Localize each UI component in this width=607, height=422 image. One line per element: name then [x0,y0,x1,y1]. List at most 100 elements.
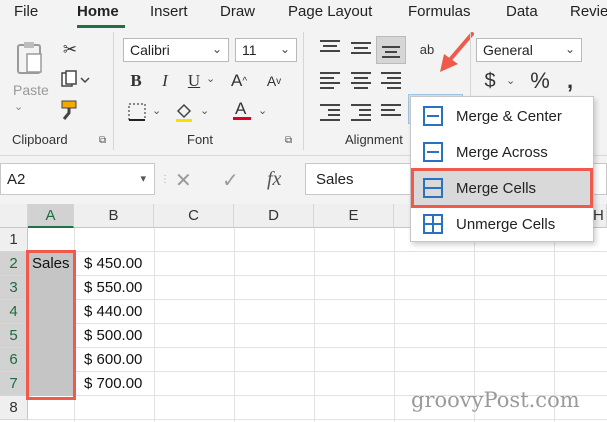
menu-item-label: Merge & Center [456,107,562,125]
borders-dropdown-icon[interactable]: ⌄ [152,104,161,117]
paste-button[interactable]: Paste [13,82,49,98]
chevron-down-icon: ⌄ [564,42,575,56]
font-name-select[interactable]: Calibri ⌄ [123,38,229,62]
row-header[interactable]: 4 [0,300,28,324]
cell-b7[interactable]: $ 700.00 [84,372,142,396]
formula-input-value: Sales [316,171,354,188]
divider [303,32,304,150]
merge-center-icon [423,106,443,126]
font-color-dropdown-icon[interactable]: ⌄ [258,104,267,117]
range-highlight-box [26,250,76,400]
menu-item-highlight-box [411,168,593,208]
tab-data[interactable]: Data [506,3,538,20]
chevron-down-icon: ⌄ [279,42,290,56]
wrap-text-icon[interactable] [381,104,401,119]
cell-b3[interactable]: $ 550.00 [84,276,142,300]
tab-formulas[interactable]: Formulas [408,3,471,20]
borders-icon[interactable] [123,98,151,126]
formula-bar-grip-icon: ⋮ [160,174,170,185]
cell-b2[interactable]: $ 450.00 [84,252,142,276]
tab-page-layout[interactable]: Page Layout [288,3,372,20]
tab-home[interactable]: Home [77,3,119,20]
align-left-icon[interactable] [320,72,340,92]
fill-color-dropdown-icon[interactable]: ⌄ [200,104,209,117]
gridline [28,419,607,420]
font-size-value: 11 [242,42,257,58]
paste-dropdown-icon[interactable]: ⌄ [14,100,23,113]
align-center-icon[interactable] [351,72,371,92]
row-header[interactable]: 8 [0,396,28,420]
align-right-icon[interactable] [381,72,401,92]
row-header[interactable]: 3 [0,276,28,300]
italic-icon[interactable]: I [152,68,178,94]
cut-icon[interactable]: ✂ [58,38,82,62]
row-header[interactable]: 6 [0,348,28,372]
menu-item-unmerge-cells[interactable]: Unmerge Cells [411,206,593,242]
unmerge-cells-icon [423,214,443,234]
font-name-value: Calibri [130,42,170,58]
tab-review[interactable]: Revie [570,3,607,20]
row-header[interactable]: 1 [0,228,28,252]
format-painter-icon[interactable] [58,98,82,122]
shrink-font-icon[interactable]: Av [258,68,290,94]
tab-insert[interactable]: Insert [150,3,188,20]
fill-color-icon[interactable] [170,98,198,126]
currency-dropdown-icon[interactable]: ⌄ [506,74,515,87]
column-header[interactable]: C [154,204,234,228]
column-header[interactable]: D [234,204,314,228]
gridline [314,228,315,422]
name-box-value: A2 [7,171,26,188]
comma-icon[interactable]: , [562,68,578,94]
watermark: groovyPost.com [411,388,580,412]
copy-icon[interactable] [58,68,92,92]
gridline [394,228,395,422]
tab-draw[interactable]: Draw [220,3,255,20]
number-format-select[interactable]: General ⌄ [476,38,582,62]
font-launcher-icon[interactable]: ⧉ [285,135,292,146]
red-arrow-icon [440,32,474,72]
bold-icon[interactable]: B [123,68,149,94]
chevron-down-icon: ⌄ [211,42,222,56]
alignment-group-label: Alignment [345,132,403,147]
paste-icon[interactable] [12,38,48,78]
bottom-align-icon [382,46,400,61]
clipboard-launcher-icon[interactable]: ⧉ [99,135,106,146]
percent-icon[interactable]: % [528,68,552,94]
grow-font-icon[interactable]: A ^ [223,68,255,94]
svg-text:A: A [235,99,247,118]
chevron-down-icon: ▾ [140,173,146,185]
top-align-icon[interactable] [320,40,340,55]
underline-dropdown-icon[interactable]: ⌄ [206,72,215,85]
column-header[interactable]: E [314,204,394,228]
row-header[interactable]: 2 [0,252,28,276]
divider [113,32,114,150]
select-all-corner[interactable] [0,204,28,228]
currency-icon[interactable]: $ [480,68,500,94]
name-box[interactable]: A2 ▾ [0,163,155,195]
merge-menu: Merge & Center Merge Across Merge Cells … [410,96,594,242]
row-header[interactable]: 5 [0,324,28,348]
font-color-icon[interactable]: A [228,96,256,124]
underline-icon[interactable]: U [181,68,207,94]
column-header[interactable]: B [74,204,154,228]
insert-function-button[interactable]: fx [267,168,281,191]
increase-indent-icon[interactable] [351,104,371,124]
tab-file[interactable]: File [14,3,38,20]
bottom-align-button[interactable] [376,36,406,64]
cell-b4[interactable]: $ 440.00 [84,300,142,324]
merge-across-icon [423,142,443,162]
number-format-value: General [483,42,533,58]
cell-b5[interactable]: $ 500.00 [84,324,142,348]
menu-item-merge-center[interactable]: Merge & Center [411,98,593,134]
enter-icon[interactable]: ✓ [222,168,239,193]
gridline [154,228,155,422]
row-header[interactable]: 7 [0,372,28,396]
cell-b6[interactable]: $ 600.00 [84,348,142,372]
column-header[interactable]: A [28,204,74,228]
font-size-select[interactable]: 11 ⌄ [235,38,297,62]
menu-item-merge-across[interactable]: Merge Across [411,134,593,170]
cancel-icon[interactable]: ✕ [175,168,192,193]
middle-align-icon[interactable] [351,42,371,57]
decrease-indent-icon[interactable] [320,104,340,124]
menu-item-label: Merge Across [456,143,548,161]
